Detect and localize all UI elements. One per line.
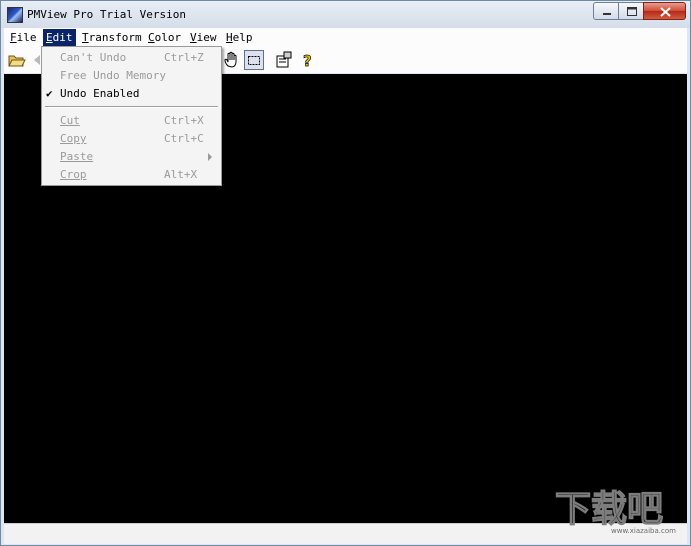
menu-edit[interactable]: Edit xyxy=(43,29,76,46)
maximize-button[interactable] xyxy=(618,2,644,20)
select-tool-button[interactable] xyxy=(244,50,264,70)
svg-text:?: ? xyxy=(303,52,312,70)
properties-button[interactable] xyxy=(274,50,294,70)
help-button[interactable]: ? xyxy=(298,50,318,71)
hand-icon xyxy=(224,51,237,68)
watermark-logo: 下载吧 www.xiazaiba.com xyxy=(554,488,676,535)
menu-file[interactable]: File xyxy=(7,29,40,46)
menu-item-copy[interactable]: Copy Ctrl+C xyxy=(42,130,221,148)
app-icon xyxy=(7,7,23,23)
menu-transform[interactable]: Transform xyxy=(79,29,145,46)
checkmark-icon: ✔ xyxy=(46,87,53,100)
submenu-arrow-icon xyxy=(208,153,212,161)
minimize-button[interactable] xyxy=(593,2,619,20)
edit-menu-dropdown: Can't Undo Ctrl+Z Free Undo Memory ✔ Und… xyxy=(41,46,222,186)
svg-text:www.xiazaiba.com: www.xiazaiba.com xyxy=(611,527,676,535)
minimize-icon xyxy=(603,13,611,15)
app-window: PMView Pro Trial Version File Edit Trans… xyxy=(0,0,691,546)
menu-item-undo-enabled[interactable]: ✔ Undo Enabled xyxy=(42,85,221,103)
menu-view[interactable]: View xyxy=(187,29,220,46)
menu-bar: File Edit Transform Color View Help xyxy=(4,28,687,48)
menu-color[interactable]: Color xyxy=(145,29,184,46)
menu-separator xyxy=(45,106,218,108)
properties-icon xyxy=(276,51,292,68)
menu-help[interactable]: Help xyxy=(223,29,256,46)
pan-tool-button[interactable] xyxy=(222,50,242,70)
menu-item-free-undo-memory[interactable]: Free Undo Memory xyxy=(42,67,221,85)
close-button[interactable] xyxy=(643,2,686,20)
help-icon: ? xyxy=(303,52,312,71)
maximize-icon xyxy=(627,7,637,16)
select-rect-icon xyxy=(248,56,260,65)
svg-text:下载吧: 下载吧 xyxy=(555,489,663,530)
title-bar[interactable]: PMView Pro Trial Version xyxy=(1,1,690,28)
window-title: PMView Pro Trial Version xyxy=(27,8,186,21)
open-button[interactable] xyxy=(7,50,27,70)
menu-item-paste[interactable]: Paste xyxy=(42,148,221,166)
menu-item-cut[interactable]: Cut Ctrl+X xyxy=(42,112,221,130)
menu-item-cant-undo[interactable]: Can't Undo Ctrl+Z xyxy=(42,49,221,67)
menu-item-crop[interactable]: Crop Alt+X xyxy=(42,166,221,184)
close-icon xyxy=(660,7,671,17)
open-folder-icon xyxy=(8,55,26,67)
